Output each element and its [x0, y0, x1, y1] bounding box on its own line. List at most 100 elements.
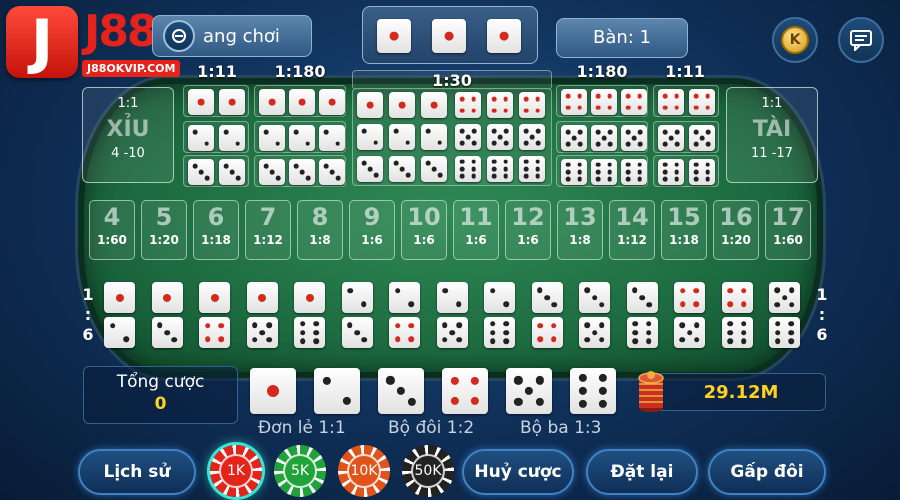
single-die-5-button[interactable] — [506, 368, 552, 414]
single-die-2-button[interactable] — [314, 368, 360, 414]
total-number: 10 — [407, 203, 441, 231]
die-2-icon — [357, 124, 383, 150]
die-3-icon — [319, 159, 345, 185]
total-bet-cell[interactable]: 13 1:8 — [557, 200, 603, 260]
single-die-4-button[interactable] — [442, 368, 488, 414]
total-bet-cell[interactable]: 14 1:12 — [609, 200, 655, 260]
die-pip — [489, 287, 496, 294]
die-4-icon — [389, 317, 420, 348]
die-pip — [598, 399, 608, 409]
combo-bet-1-6[interactable] — [292, 280, 328, 350]
combo-bet-2-4[interactable] — [387, 280, 423, 350]
die-pip — [625, 162, 631, 168]
any-triple-box[interactable] — [352, 88, 552, 186]
double-5-box[interactable] — [653, 121, 719, 153]
single-die-3-button[interactable] — [378, 368, 424, 414]
combo-bet-3-6[interactable] — [625, 280, 661, 350]
die-pip — [595, 176, 601, 182]
die-pip — [491, 140, 497, 146]
die-6-icon — [561, 159, 587, 185]
combo-bet-2-3[interactable] — [340, 280, 376, 350]
combo-bet-3-4[interactable] — [530, 280, 566, 350]
combo-odds-right: 1 : 6 — [812, 285, 832, 345]
die-pip — [607, 105, 613, 111]
total-number: 14 — [615, 203, 649, 231]
single-die-6-button[interactable] — [570, 368, 616, 414]
total-bet-cell[interactable]: 16 1:20 — [713, 200, 759, 260]
die-2-icon — [436, 282, 468, 313]
combo-bet-4-5[interactable] — [672, 280, 708, 350]
die-2-icon — [319, 125, 345, 151]
triple-6-box[interactable] — [556, 155, 648, 187]
die-pip — [204, 322, 211, 329]
big-range: 11 -17 — [751, 146, 793, 161]
combo-bet-3-5[interactable] — [577, 280, 613, 350]
triple-3-box[interactable] — [254, 155, 346, 187]
reset-button[interactable]: Đặt lại — [586, 449, 698, 495]
total-bet-cell[interactable]: 11 1:6 — [453, 200, 499, 260]
combo-bet-5-6[interactable] — [767, 280, 803, 350]
die-pip — [535, 397, 544, 406]
die-pip — [535, 173, 541, 179]
die-pip — [123, 336, 130, 343]
total-bet-cell[interactable]: 5 1:20 — [141, 200, 187, 260]
chip-50k-button[interactable]: 50K — [402, 445, 454, 497]
die-pip — [299, 329, 306, 336]
triple-5-box[interactable] — [556, 121, 648, 153]
die-pip — [637, 129, 643, 135]
double-6-box[interactable] — [653, 155, 719, 187]
die-pip — [523, 96, 529, 102]
chip-5k-button[interactable]: 5K — [274, 445, 326, 497]
triple-4-box[interactable] — [556, 85, 648, 117]
die-pip — [693, 322, 700, 329]
total-bet-cell[interactable]: 9 1:6 — [349, 200, 395, 260]
die-pip — [157, 322, 163, 329]
bet-small[interactable]: 1:1 XỈU 4 -10 — [82, 87, 174, 183]
double-2-box[interactable] — [183, 121, 249, 153]
die-pip — [342, 396, 352, 406]
combo-bet-1-2[interactable] — [102, 280, 138, 350]
die-pip — [577, 105, 583, 111]
total-bet-cell[interactable]: 8 1:8 — [297, 200, 343, 260]
triple-2-box[interactable] — [254, 121, 346, 153]
combo-bet-1-5[interactable] — [245, 280, 281, 350]
double-3-box[interactable] — [183, 155, 249, 187]
back-icon[interactable] — [163, 20, 195, 52]
double-1-box[interactable] — [183, 85, 249, 117]
bet-big[interactable]: 1:1 TÀI 11 -17 — [726, 87, 818, 183]
room-button[interactable]: ang chơi — [152, 15, 312, 57]
triple-1-box[interactable] — [254, 85, 346, 117]
die-5-icon — [674, 317, 705, 348]
chip-1k-button[interactable]: 1K — [210, 445, 262, 497]
combo-bet-4-6[interactable] — [720, 280, 756, 350]
die-3-icon — [188, 159, 214, 185]
total-bet-cell[interactable]: 7 1:12 — [245, 200, 291, 260]
die-pip — [471, 108, 477, 114]
total-bet-cell[interactable]: 6 1:18 — [193, 200, 239, 260]
cancel-bet-button[interactable]: Huỷ cược — [462, 449, 574, 495]
chip-10k-button[interactable]: 10K — [338, 445, 390, 497]
die-pip — [354, 329, 360, 336]
die-pip — [491, 128, 497, 134]
total-bet-cell[interactable]: 4 1:60 — [89, 200, 135, 260]
balance-value: 29.12M — [703, 382, 779, 403]
history-button[interactable]: Lịch sử — [78, 449, 196, 495]
die-pip — [489, 321, 496, 327]
logo-j-icon: J — [6, 6, 78, 78]
total-bet-cell[interactable]: 17 1:60 — [765, 200, 811, 260]
die-4-icon — [591, 89, 617, 115]
die-pip — [405, 140, 411, 146]
double-4-box[interactable] — [653, 85, 719, 117]
coin-button[interactable]: K — [772, 17, 818, 63]
chat-button[interactable] — [838, 17, 884, 63]
double-bet-button[interactable]: Gấp đôi — [708, 449, 826, 495]
total-bet-cell[interactable]: 10 1:6 — [401, 200, 447, 260]
total-bet-cell[interactable]: 15 1:18 — [661, 200, 707, 260]
combo-bet-1-3[interactable] — [150, 280, 186, 350]
total-bet-cell[interactable]: 12 1:6 — [505, 200, 551, 260]
combo-bet-2-5[interactable] — [435, 280, 471, 350]
combo-bet-1-4[interactable] — [197, 280, 233, 350]
combo-bet-2-6[interactable] — [482, 280, 518, 350]
single-die-1-button[interactable] — [250, 368, 296, 414]
die-pip — [523, 128, 529, 134]
